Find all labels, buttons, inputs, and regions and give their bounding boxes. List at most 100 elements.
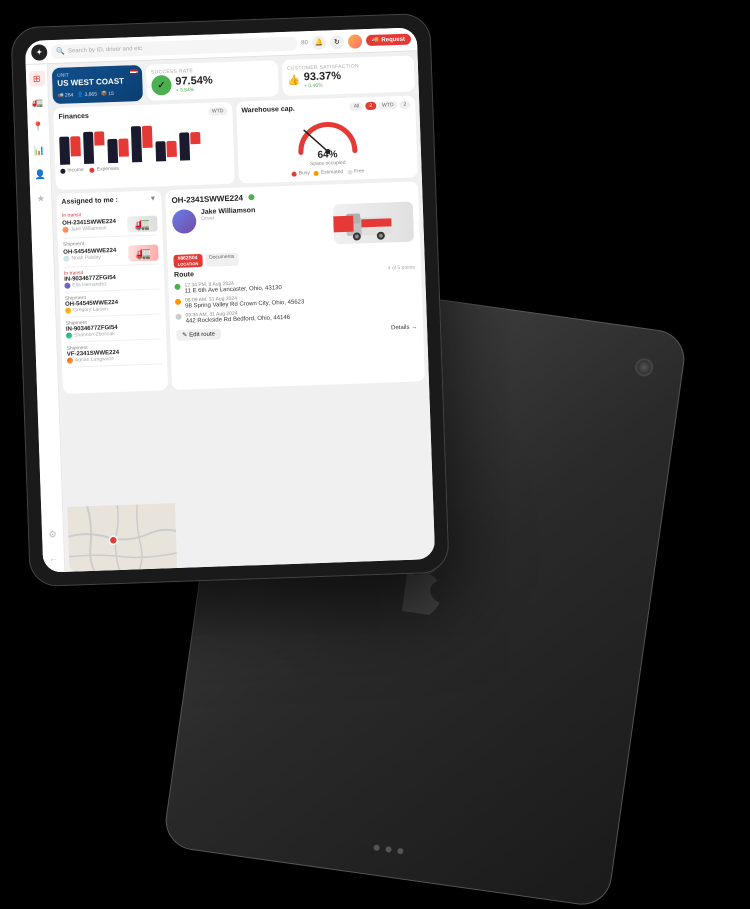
bar-income-5 [155,141,166,161]
finance-header: Finances WTD [58,107,227,121]
route-count: 4 of 5 points [388,264,415,271]
ipad-screen: ✦ 🔍 Search by ID, driver and etc 80 🔔 ↻ … [25,27,435,572]
user-avatar[interactable] [348,34,362,48]
bar-group-1 [59,136,81,165]
success-rate-sub: + 3.84% [176,86,213,93]
satisfaction-sub: + 0.46% [304,82,341,89]
legend-expense-dot [90,167,95,172]
map-area [67,503,177,572]
route-title: Route [174,271,194,279]
map-svg [67,503,177,572]
shipment-item-5[interactable]: Shipment IN-9034677ZFGI54 Shannon Zbonca… [66,314,162,342]
success-icon: ✓ [151,75,172,96]
truck-thumb-1: 🚛 [127,215,158,232]
bar-group-5 [155,141,177,162]
legend-income-dot [60,168,65,173]
route-dot-3 [175,314,181,320]
sidebar-user-icon[interactable]: 👤 [32,166,49,183]
bar-expense-5 [166,141,177,157]
shipment-item-2[interactable]: Shipment OH-54545WWE224 Noah Paisley [63,235,159,267]
unit-stat-2: 👤 3,865 [77,91,97,98]
main-content: ⊞ 🚛 📍 📊 👤 ★ ⚙ ← [26,51,435,572]
bar-income-4 [131,126,142,162]
sidebar-truck-icon[interactable]: 🚛 [29,94,46,111]
unit-card[interactable]: UNIT US WEST COAST 🚛 264 👤 3,865 📦 15 [52,65,143,104]
nav-count: 80 [301,40,308,46]
warehouse-title: Warehouse cap. [241,105,295,114]
truck-red-stripe [333,216,354,233]
dot-1 [373,844,380,851]
sidebar-dashboard-icon[interactable]: ⊞ [28,70,45,87]
driver-section: Jake Williamson Driver [172,202,414,250]
truck-thumb-2: 🚛 [128,244,159,261]
bar-expense-4 [142,126,153,148]
route-section: Route 4 of 5 points 12:34 PM, 8 Aug 2024… [174,264,417,341]
legend-busy-label: Busy [299,170,310,176]
search-input[interactable]: 🔍 Search by ID, driver and etc [51,36,297,59]
bar-expense-3 [118,138,129,156]
filter-icon[interactable]: ▼ [149,196,156,203]
shipment-item-4[interactable]: Shipment OH-54545WWE224 Gregory Larsen [65,289,161,317]
warehouse-badge-2b[interactable]: 2 [399,101,410,109]
bar-expense-1 [70,136,81,156]
warehouse-badge-all[interactable]: All [350,102,364,110]
legend-free-dot [347,169,352,174]
refresh-icon[interactable]: ↻ [330,34,344,48]
bar-chart [59,119,229,165]
location-tag: #862S04 LOCATION [173,254,202,268]
bar-group-4 [131,126,153,163]
route-info-2: 08:09 AM, 31 Aug 2024 98 Spring Valley R… [185,293,305,309]
legend-free-label: Free [354,168,364,174]
request-btn-label: Request [381,36,405,43]
legend-free: Free [347,168,364,175]
shipment-item-1[interactable]: In transit OH-2341SWWE224 Jake Williamso… [62,207,158,239]
sidebar-map-icon[interactable]: 📍 [30,118,47,135]
satisfaction-card: CUSTOMER SATISFACTION 👍 93.37% + 0.46% [282,55,415,96]
truck-image-container [333,202,414,245]
detail-shipment-id: OH-2341SWWE224 [171,193,243,204]
bar-group-6 [179,132,201,161]
driver-avatar [172,209,197,234]
finance-title: Finances [58,112,89,120]
dot-2 [385,846,392,853]
assigned-panel: Assigned to me : ▼ In transit OH-2341SWW… [56,190,168,394]
person-avatar-5 [66,333,72,339]
warehouse-badge-wtd[interactable]: WTD [378,101,398,110]
unit-stat-3: 📦 15 [101,91,114,97]
bar-group-2 [83,131,105,164]
sidebar-back-icon[interactable]: ← [45,550,62,567]
shipment-item-6[interactable]: Shipment VF-2341SWWE224 Adrian Langworth [66,339,162,367]
warehouse-header: Warehouse cap. All 2 WTD 2 [241,101,410,115]
detail-id-row: OH-2341SWWE224 [171,193,254,205]
sidebar-star-icon[interactable]: ★ [33,190,50,207]
bar-group-3 [107,138,129,163]
camera-bump [634,357,654,377]
legend-busy: Busy [292,170,310,177]
satisfaction-value: 93.37% [304,70,342,83]
warehouse-badge-2[interactable]: 2 [365,102,376,110]
top-icons: 80 🔔 ↻ 🚚 Request [301,32,411,50]
gauge-wrapper: 64% Space occupied [242,113,413,170]
sidebar-settings-icon[interactable]: ⚙ [44,526,61,543]
content-area: UNIT US WEST COAST 🚛 264 👤 3,865 📦 15 SU… [48,51,436,572]
legend-income: Income [60,167,84,174]
details-link[interactable]: Details → [391,321,417,333]
shipment-person-2: Noah Paisley [63,254,116,262]
request-button[interactable]: 🚚 Request [366,34,412,47]
shipment-item-3[interactable]: In transit IN-9034677ZFGI54 Ella Hernand… [64,264,160,292]
edit-route-button[interactable]: ✎ Edit route [176,328,221,341]
route-dot-1 [174,284,180,290]
documents-badge[interactable]: Documents [205,253,239,267]
bar-expense-2 [94,131,104,145]
bar-income-2 [83,132,94,164]
sidebar-chart-icon[interactable]: 📊 [31,142,48,159]
notifications-icon[interactable]: 🔔 [312,35,326,49]
route-info-1: 12:34 PM, 8 Aug 2024 11 E 6th Ave Lancas… [184,279,282,294]
bottom-section: Assigned to me : ▼ In transit OH-2341SWW… [52,181,429,394]
finance-wtd-badge[interactable]: WTD [208,107,228,116]
warehouse-badges: All 2 WTD 2 [350,101,411,111]
middle-row: Finances WTD [49,95,422,194]
success-rate-card: SUCCESS RATE ✓ 97.54% + 3.84% [146,60,279,101]
person-avatar-3 [64,283,70,289]
active-status-dot [248,194,254,200]
